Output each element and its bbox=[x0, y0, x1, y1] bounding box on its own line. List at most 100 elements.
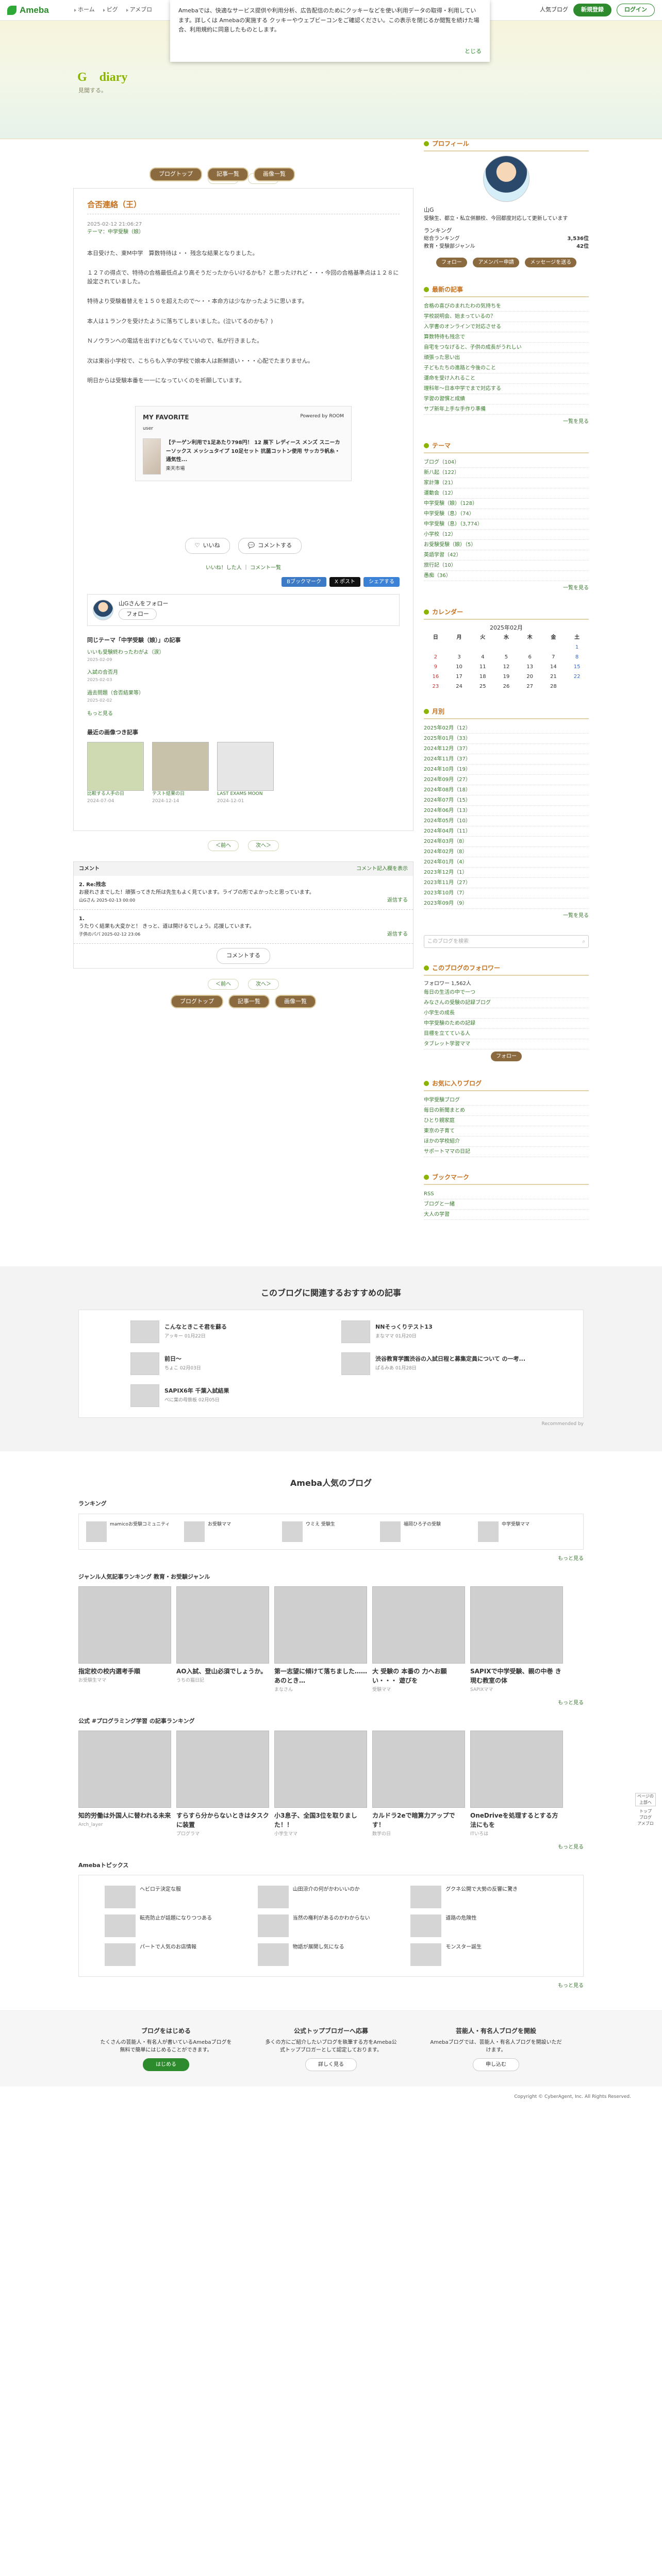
image-list-button[interactable]: 画像一覧 bbox=[254, 167, 295, 181]
calendar-day[interactable]: 19 bbox=[494, 672, 518, 682]
list-item[interactable]: 中学受験（娘）（128） bbox=[424, 499, 589, 509]
list-item[interactable]: お受験受験（娘）（5） bbox=[424, 540, 589, 550]
list-item[interactable]: 英語学習（42） bbox=[424, 550, 589, 561]
calendar-day[interactable]: 12 bbox=[494, 662, 518, 672]
topics-more-link[interactable]: もっと見る bbox=[558, 1983, 584, 1989]
follow-button[interactable]: フォロー bbox=[119, 608, 157, 620]
article-card[interactable]: 知的労働は外国人に替われる未来 Arch_layer bbox=[78, 1731, 171, 1838]
register-button[interactable]: 新規登録 bbox=[573, 4, 611, 16]
calendar-day[interactable]: 8 bbox=[565, 652, 589, 662]
list-item[interactable]: 2024年10月（19） bbox=[424, 765, 589, 775]
list-item[interactable]: 家計簿（21） bbox=[424, 478, 589, 488]
hot-blog-link[interactable]: 人気ブログ bbox=[540, 6, 568, 14]
x-share-button[interactable]: X ポスト bbox=[329, 577, 360, 587]
list-item[interactable]: 運動会（12） bbox=[424, 488, 589, 499]
topic-item[interactable]: 当然の権利があるのかわからない bbox=[257, 1914, 405, 1937]
entry-title[interactable]: 合否連絡（王） bbox=[87, 199, 400, 214]
calendar-day[interactable]: 10 bbox=[448, 662, 471, 672]
article-card[interactable]: 大 受験の 本番の 力へお願い・・・ 遊びを 受験ママ bbox=[372, 1586, 465, 1694]
calendar-day[interactable]: 3 bbox=[448, 652, 471, 662]
prev-link[interactable]: ＜前へ bbox=[208, 978, 239, 990]
ranking-card[interactable]: mamicoお受験コミュニティ bbox=[86, 1521, 179, 1542]
list-item[interactable]: 2023年12月（1） bbox=[424, 868, 589, 878]
list-item[interactable]: 2024年07月（15） bbox=[424, 795, 589, 806]
list-item[interactable]: 学校説明会、始まっているの？ bbox=[424, 312, 589, 322]
nav-pigg[interactable]: ピグ bbox=[103, 6, 118, 14]
topic-item[interactable]: 道路の危険性 bbox=[410, 1914, 557, 1937]
topic-item[interactable]: パートで人気のお店情報 bbox=[105, 1943, 252, 1966]
list-item[interactable]: 小学生の成長 bbox=[424, 1008, 589, 1019]
calendar-day[interactable]: 24 bbox=[448, 682, 471, 691]
calendar-day[interactable]: 20 bbox=[518, 672, 542, 682]
list-item[interactable]: 理科年〜日本中学でまで対応する bbox=[424, 384, 589, 394]
list-item[interactable]: 2024年09月（27） bbox=[424, 775, 589, 785]
calendar-day[interactable]: 11 bbox=[471, 662, 494, 672]
topic-item[interactable]: 物語が展開し気になる bbox=[257, 1943, 405, 1966]
ranking-card[interactable]: ウミえ 受験生 bbox=[282, 1521, 375, 1542]
calendar-day[interactable]: 27 bbox=[518, 682, 542, 691]
list-item[interactable]: 入試の合否月 2025-02-03 bbox=[87, 669, 400, 683]
prev-link[interactable]: ＜前へ bbox=[208, 840, 239, 852]
blog-title[interactable]: G diary bbox=[77, 68, 127, 87]
comment-author[interactable]: 山Gさん 2025-02-13 00:00 bbox=[79, 897, 135, 903]
list-item[interactable]: 2023年09月（9） bbox=[424, 899, 589, 909]
list-item[interactable]: 自宅をつなげると、子供の成長がうれしい bbox=[424, 343, 589, 353]
ranking-card[interactable]: お受験ママ bbox=[184, 1521, 277, 1542]
liked-users-link[interactable]: いいね！した人 bbox=[206, 565, 242, 571]
calendar-day[interactable]: 16 bbox=[424, 672, 448, 682]
topic-item[interactable]: モンスター誕生 bbox=[410, 1943, 557, 1966]
floating-ameblo-link[interactable]: アメブロ bbox=[635, 1821, 656, 1827]
list-item[interactable]: 2024年06月（13） bbox=[424, 806, 589, 816]
calendar-day[interactable]: 25 bbox=[471, 682, 494, 691]
calendar-day[interactable]: 26 bbox=[494, 682, 518, 691]
article-card[interactable]: 第一志望に傾けて落ちました……あのとき… まなさん bbox=[274, 1586, 367, 1694]
calendar-day[interactable]: 21 bbox=[542, 672, 566, 682]
reply-link[interactable]: 返信する bbox=[387, 896, 408, 904]
article-card[interactable]: OneDriveを処理するとする方法にもを ITいろは bbox=[470, 1731, 563, 1838]
list-item[interactable]: 東京の子育て bbox=[424, 1126, 589, 1137]
list-item[interactable]: サポートママの日記 bbox=[424, 1147, 589, 1157]
cookie-close-button[interactable]: とじる bbox=[465, 47, 482, 57]
article-card[interactable]: AO入試、登山必須でしょうか。 うちの猫日記 bbox=[176, 1586, 269, 1694]
sidebar-follow-button[interactable]: フォロー bbox=[491, 1051, 522, 1061]
ranking-row[interactable]: 教育・受験部ジャンル 42位 bbox=[424, 243, 589, 250]
list-item[interactable]: サブ新年上手な手作り準備 bbox=[424, 404, 589, 415]
list-item[interactable]: 子どもたちの進路と今後のこと bbox=[424, 363, 589, 374]
comment-button[interactable]: 💬 コメントする bbox=[238, 538, 302, 554]
article-card[interactable]: 小3息子、全国3位を取りました！！ 小学生ママ bbox=[274, 1731, 367, 1838]
calendar-day[interactable]: 9 bbox=[424, 662, 448, 672]
floating-top-link[interactable]: トップ bbox=[635, 1808, 656, 1815]
calendar-day[interactable]: 2 bbox=[424, 652, 448, 662]
calendar-day[interactable]: 23 bbox=[424, 682, 448, 691]
calendar-day[interactable]: 5 bbox=[494, 652, 518, 662]
details-button[interactable]: 詳しく見る bbox=[305, 2058, 357, 2071]
list-item[interactable]: 中学受験のための記録 bbox=[424, 1019, 589, 1029]
list-item[interactable]: ひとり親家庭 bbox=[424, 1116, 589, 1126]
ranking-card[interactable]: 福岡ひろ子の受験 bbox=[380, 1521, 473, 1542]
list-item[interactable]: 2023年11月（27） bbox=[424, 878, 589, 888]
nav-ameblo[interactable]: アメブロ bbox=[126, 6, 152, 14]
list-item[interactable]: 入学書のオンラインで対応させる bbox=[424, 322, 589, 332]
list-item[interactable]: 頑張った思い出 bbox=[424, 353, 589, 363]
list-item[interactable]: タブレット学習ママ bbox=[424, 1039, 589, 1049]
start-blog-button[interactable]: はじめる bbox=[143, 2058, 189, 2071]
list-item[interactable]: 学習の習慣と成績 bbox=[424, 394, 589, 404]
list-item[interactable]: 愚痴（36） bbox=[424, 571, 589, 581]
recommended-item[interactable]: こんなときこそ君を蘇る アッキー 01月22日 bbox=[130, 1320, 321, 1343]
entry-theme-link[interactable]: テーマ：中学受験（娘） bbox=[87, 229, 144, 235]
list-item[interactable]: 2024年08月（18） bbox=[424, 785, 589, 795]
blog-top-button[interactable]: ブログトップ bbox=[150, 167, 202, 181]
article-card[interactable]: すらすら分からないときはタスクに装置 プログラマ bbox=[176, 1731, 269, 1838]
recommended-item[interactable]: 渋谷教育学園渋谷の入試日程と募集定員について の一考... ぱるみあ 01月28日 bbox=[341, 1352, 532, 1375]
calendar-day[interactable]: 14 bbox=[542, 662, 566, 672]
topic-item[interactable]: 転売防止が話題になりつつある bbox=[105, 1914, 252, 1937]
avatar[interactable] bbox=[93, 599, 113, 620]
calendar-day[interactable]: 6 bbox=[518, 652, 542, 662]
calendar-day[interactable]: 18 bbox=[471, 672, 494, 682]
list-item[interactable]: 2024年04月（11） bbox=[424, 826, 589, 837]
archive-more-link[interactable]: 一覧を見る bbox=[563, 913, 589, 919]
recommended-item[interactable]: 前日〜 ちょこ 02月03日 bbox=[130, 1352, 321, 1375]
topic-item[interactable]: 山田涼介の何がかわいいのか bbox=[257, 1886, 405, 1908]
topic-item[interactable]: ヘビロテ決定な服 bbox=[105, 1886, 252, 1908]
list-item[interactable]: 中学受験ブログ bbox=[424, 1095, 589, 1106]
